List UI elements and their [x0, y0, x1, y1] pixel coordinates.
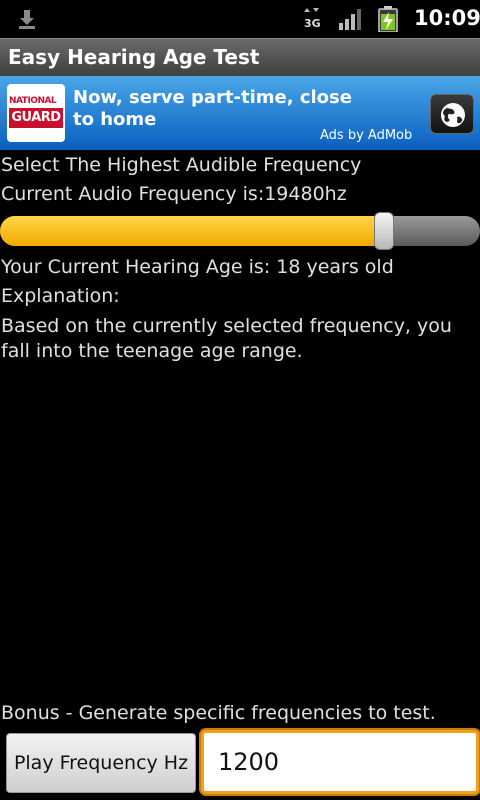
svg-text:3G: 3G [304, 17, 321, 30]
slider-thumb[interactable] [374, 212, 394, 250]
frequency-input[interactable]: 1200 [201, 730, 479, 794]
status-bar: 3G 10:09 [0, 0, 480, 38]
download-icon [19, 10, 35, 29]
battery-charging-icon [378, 6, 398, 32]
play-frequency-button[interactable]: Play Frequency Hz [6, 733, 196, 793]
title-bar: Easy Hearing Age Test [0, 38, 480, 76]
ad-banner[interactable]: NATIONAL GUARD Now, serve part-time, clo… [0, 76, 480, 150]
ad-logo: NATIONAL GUARD [7, 84, 65, 142]
ad-logo-line2: GUARD [9, 108, 63, 128]
hearing-age-label: Your Current Hearing Age is: 18 years ol… [1, 256, 394, 278]
ad-action-button[interactable] [430, 94, 474, 134]
status-time: 10:09 [414, 6, 480, 30]
3g-icon: 3G [304, 8, 321, 30]
app-title: Easy Hearing Age Test [8, 45, 260, 69]
frequency-slider[interactable] [0, 212, 480, 250]
globe-icon [441, 103, 465, 127]
explanation-label: Explanation: [1, 285, 120, 307]
bonus-label: Bonus - Generate specific frequencies to… [1, 702, 436, 724]
ad-attribution: Ads by AdMob [320, 128, 413, 143]
slider-fill [0, 216, 384, 246]
ad-logo-line1: NATIONAL [9, 96, 57, 106]
select-frequency-prompt: Select The Highest Audible Frequency [1, 154, 362, 176]
explanation-text: Based on the currently selected frequenc… [1, 315, 452, 362]
ad-text: Now, serve part-time, close to home [73, 87, 352, 130]
signal-icon [339, 9, 361, 30]
current-frequency-label: Current Audio Frequency is:19480hz [1, 183, 347, 205]
